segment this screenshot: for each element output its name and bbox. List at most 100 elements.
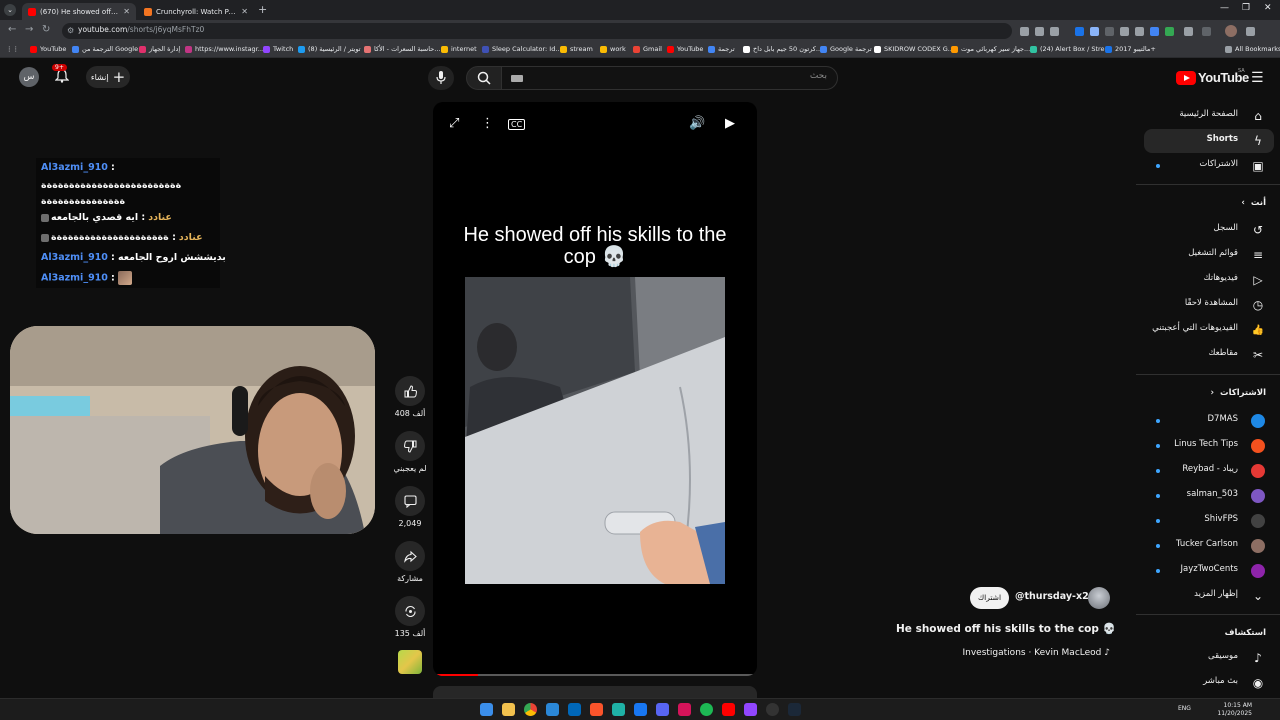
bookmark-item[interactable]: Sleep Calculator: Id... — [482, 45, 562, 53]
bookmark-item[interactable]: تويتر / الرئيسية (8) — [298, 45, 361, 53]
app-icon[interactable] — [678, 703, 691, 716]
channel-avatar[interactable] — [1088, 587, 1110, 609]
play-icon[interactable]: ▶ — [725, 116, 735, 131]
captions-icon[interactable]: CC — [508, 119, 526, 130]
channel-handle[interactable]: @thursday-x2s — [1015, 591, 1094, 602]
sidebar-item-your-videos[interactable]: فيديوهاتك ▷ — [1144, 268, 1274, 292]
close-tab-icon[interactable]: ✕ — [241, 7, 248, 16]
bookmark-item[interactable]: مالتيبو 2017+ — [1105, 45, 1156, 53]
bookmark-star-icon[interactable] — [1050, 27, 1059, 36]
close-window-icon[interactable]: ✕ — [1264, 3, 1272, 13]
tab-crunchyroll[interactable]: Crunchyroll: Watch Popular Ani ✕ — [138, 3, 254, 20]
minimize-icon[interactable]: — — [1220, 3, 1229, 13]
cast-icon[interactable] — [1020, 27, 1029, 36]
brave-icon[interactable] — [590, 703, 603, 716]
clock[interactable]: 10:15 AM 11/20/2025 — [1217, 702, 1252, 718]
apps-icon[interactable]: ⋮⋮ — [6, 45, 19, 53]
shorts-player[interactable]: ⤢ ⋮ CC 🔊 ▶ He showed off his skills to t… — [433, 102, 757, 676]
video-progress-bar[interactable] — [437, 674, 753, 676]
edge-icon[interactable] — [612, 703, 625, 716]
sound-thumbnail[interactable] — [398, 650, 422, 674]
create-button[interactable]: إنشاء + — [86, 66, 130, 88]
bookmark-folder[interactable]: internet — [441, 45, 477, 53]
bookmark-item[interactable]: https://www.instagr... — [185, 45, 264, 53]
sidebar-item-music[interactable]: موسيقى ♪ — [1144, 646, 1274, 670]
sidebar-channel-jayz[interactable]: JayzTwoCents — [1144, 559, 1274, 583]
mail-icon[interactable] — [546, 703, 559, 716]
menu-icon[interactable]: ☰ — [1251, 70, 1264, 86]
bookmark-item[interactable]: إدارة الجهاز — [139, 45, 180, 53]
bookmark-item[interactable]: ترجمة — [708, 45, 735, 53]
voice-search-button[interactable] — [428, 66, 454, 90]
volume-icon[interactable]: 🔊 — [689, 116, 705, 131]
music-credit[interactable]: Investigations · Kevin MacLeod ♪ — [950, 648, 1110, 658]
all-bookmarks[interactable]: All Bookmarks — [1225, 45, 1280, 53]
you-section-header[interactable]: ‹ أنت — [1241, 198, 1266, 208]
address-bar[interactable]: ⚙ youtube.com/shorts/j6yqMsFhTz0 — [62, 23, 1012, 39]
sidebar-item-history[interactable]: السجل ↺ — [1144, 218, 1274, 242]
spotify-icon[interactable] — [700, 703, 713, 716]
bookmark-item[interactable]: YouTube — [667, 45, 703, 53]
subscribe-button[interactable]: اشتراك — [970, 587, 1010, 609]
bookmark-item[interactable]: Google ترجمة — [820, 45, 872, 53]
chrome-icon[interactable] — [524, 703, 537, 716]
fullscreen-icon[interactable]: ⤢ — [449, 116, 459, 131]
close-tab-icon[interactable]: ✕ — [123, 7, 130, 16]
reload-icon[interactable]: ↻ — [42, 24, 50, 35]
maximize-icon[interactable]: ❐ — [1242, 3, 1250, 13]
tab-search-icon[interactable]: ⌄ — [4, 4, 16, 16]
share-button[interactable]: مشاركة — [393, 541, 427, 583]
search-input[interactable]: بحث — [500, 66, 838, 90]
bookmark-item[interactable]: حاسبة السعرات - الأكا... — [364, 45, 440, 53]
sidebar-channel-linus[interactable]: Linus Tech Tips — [1144, 434, 1274, 458]
bookmark-item[interactable]: YouTube — [30, 45, 66, 53]
next-short-preview[interactable] — [433, 686, 757, 698]
sidebar-item-watch-later[interactable]: المشاهدة لاحقًا ◷ — [1144, 293, 1274, 317]
subscriptions-section-header[interactable]: › الاشتراكات — [1211, 388, 1266, 398]
bookmark-item[interactable]: SKIDROW CODEX G... — [874, 45, 954, 53]
bookmark-item[interactable]: Gmail — [633, 45, 662, 53]
youtube-app-icon[interactable] — [722, 703, 735, 716]
sidebar-channel-tucker[interactable]: Tucker Carlson — [1144, 534, 1274, 558]
store-icon[interactable] — [568, 703, 581, 716]
bookmark-item[interactable]: (24) Alert Box / Stre... — [1030, 45, 1111, 53]
sidebar-channel-reybad[interactable]: Reybad - ريباد — [1144, 459, 1274, 483]
bookmark-item[interactable]: كرتون 50 جيم بابل داخ... — [743, 45, 822, 53]
account-avatar[interactable]: س — [19, 67, 39, 87]
extension-icon[interactable] — [1150, 27, 1159, 36]
messenger-icon[interactable] — [634, 703, 647, 716]
sidebar-item-clips[interactable]: مقاطعك ✂ — [1144, 343, 1274, 367]
like-button[interactable]: 408 ألف — [393, 376, 427, 418]
extension-icon[interactable] — [1090, 27, 1099, 36]
dislike-button[interactable]: لم يعجبني — [393, 431, 427, 473]
extension-icon[interactable] — [1135, 27, 1144, 36]
steam-icon[interactable] — [788, 703, 801, 716]
start-icon[interactable] — [480, 703, 493, 716]
keyboard-icon[interactable] — [511, 75, 523, 82]
bookmark-folder[interactable]: stream — [560, 45, 593, 53]
input-language[interactable]: ENG — [1178, 705, 1191, 712]
notifications-button[interactable]: 9+ — [52, 64, 70, 86]
obs-icon[interactable] — [766, 703, 779, 716]
forward-icon[interactable]: → — [25, 24, 33, 35]
search-button[interactable] — [466, 66, 502, 90]
sidebar-item-home[interactable]: الصفحة الرئيسية ⌂ — [1144, 104, 1274, 128]
sidebar-item-liked[interactable]: الفيديوهات التي أعجبتني 👍 — [1144, 318, 1274, 342]
bookmark-item[interactable]: Twitch — [263, 45, 293, 53]
bookmark-folder[interactable]: work — [600, 45, 626, 53]
sidebar-channel-shivfps[interactable]: ShivFPS — [1144, 509, 1274, 533]
sidebar-item-live[interactable]: بث مباشر ◉ — [1144, 671, 1274, 695]
comments-button[interactable]: 2,049 — [393, 486, 427, 528]
youtube-logo[interactable]: YouTube SA — [1176, 68, 1249, 85]
browser-menu-icon[interactable] — [1246, 27, 1255, 36]
back-icon[interactable]: ← — [8, 24, 16, 35]
short-title[interactable]: He showed off his skills to the cop 💀 — [896, 622, 1116, 635]
new-tab-icon[interactable]: + — [258, 3, 267, 16]
bookmark-item[interactable]: الترجمة من Google — [72, 45, 138, 53]
tab-youtube-short[interactable]: (670) He showed off his skills to ✕ — [22, 3, 136, 20]
sidebar-channel-salman[interactable]: salman_503 — [1144, 484, 1274, 508]
remix-button[interactable]: 135 ألف — [393, 596, 427, 638]
profile-avatar[interactable] — [1225, 25, 1237, 37]
sidebar-item-playlists[interactable]: قوائم التشغيل ≡ — [1144, 243, 1274, 267]
twitch-app-icon[interactable] — [744, 703, 757, 716]
